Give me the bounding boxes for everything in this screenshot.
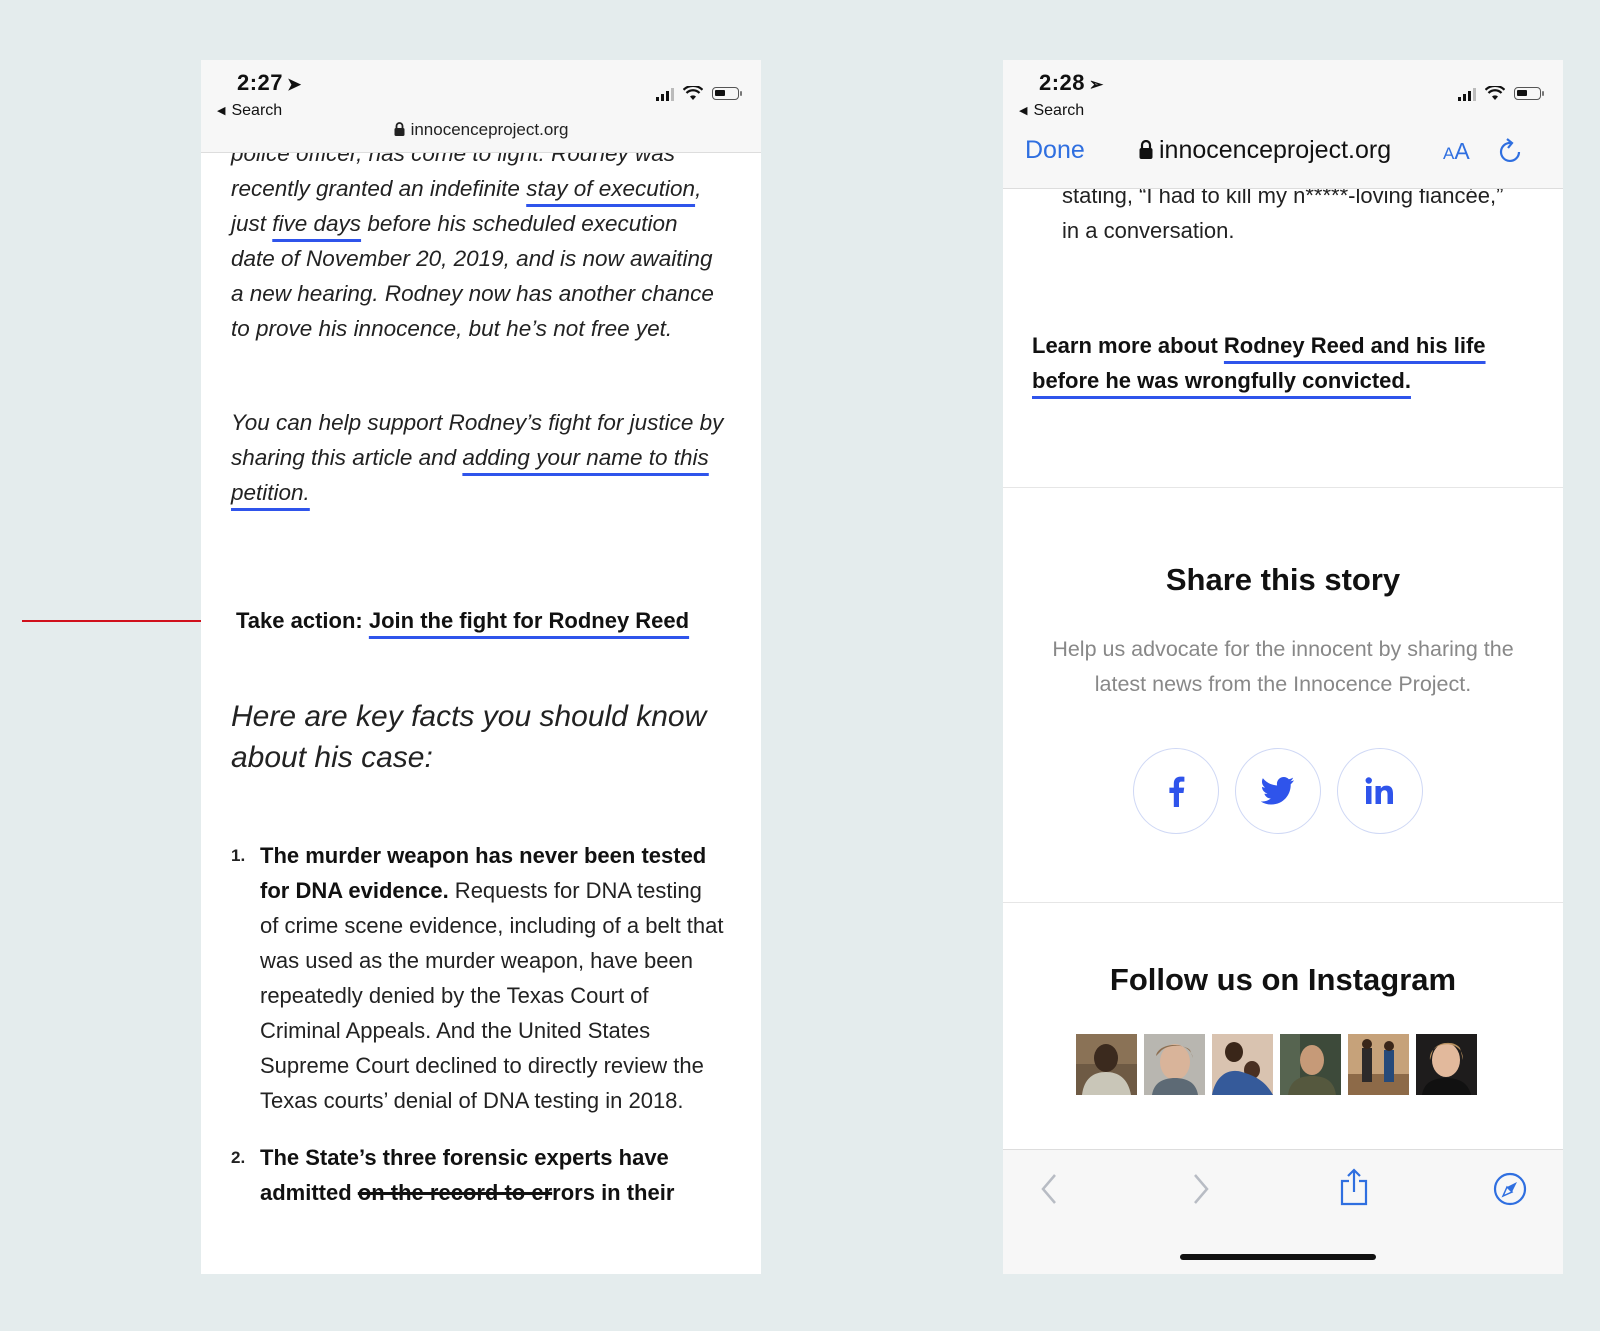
share-subtitle: Help us advocate for the innocent by sha…: [1052, 637, 1514, 696]
facebook-icon: [1169, 776, 1185, 807]
facebook-share-button[interactable]: [1133, 748, 1219, 834]
list-item: 1. The murder weapon has never been test…: [231, 838, 725, 1118]
url-bar[interactable]: innocenceproject.org: [1139, 136, 1391, 165]
back-chevron-icon[interactable]: [1039, 1172, 1059, 1206]
done-button[interactable]: Done: [1025, 136, 1085, 165]
wifi-icon: [1485, 86, 1505, 100]
compass-icon[interactable]: [1493, 1172, 1527, 1206]
section-divider: [1003, 487, 1563, 488]
cellular-signal-icon: [1458, 87, 1476, 101]
wifi-icon: [683, 86, 703, 100]
instagram-title: Follow us on Instagram: [1109, 962, 1457, 997]
location-arrow-icon: ➤: [287, 75, 302, 94]
list-item-bold: The State’s three forensic experts have …: [260, 1145, 675, 1205]
key-facts-list: 1. The murder weapon has never been test…: [231, 838, 725, 1210]
url-bar[interactable]: innocenceproject.org: [201, 120, 761, 140]
safari-top-bar: 2:28 ➢ ◀ Search Done innocenceproject.org …: [1003, 60, 1563, 189]
cellular-signal-icon: [656, 87, 674, 101]
instagram-photo-5[interactable]: [1348, 1034, 1409, 1095]
share-title: Share this story: [1165, 562, 1401, 597]
list-number: 1.: [231, 846, 246, 865]
instagram-photo-1[interactable]: [1076, 1034, 1137, 1095]
twitter-share-button[interactable]: [1235, 748, 1321, 834]
safari-top-bar: 2:27 ➤ ◀ Search innocenceproject.org: [201, 60, 761, 153]
safari-bottom-toolbar: [1003, 1149, 1563, 1274]
section-divider: [1003, 902, 1563, 903]
key-facts-heading: Here are key facts you should know about…: [231, 700, 707, 774]
status-time: 2:28 ➢: [1039, 70, 1104, 95]
instagram-photo-6[interactable]: [1416, 1034, 1477, 1095]
battery-icon: [712, 87, 742, 100]
five-days-link[interactable]: five days: [272, 211, 361, 236]
petition-paragraph: You can help support Rodney’s fight for …: [231, 410, 724, 505]
linkedin-share-button[interactable]: [1337, 748, 1423, 834]
twitter-icon: [1261, 777, 1294, 805]
status-time: 2:27 ➤: [237, 70, 302, 95]
instagram-photo-4[interactable]: [1280, 1034, 1341, 1095]
system-status-icons: [656, 86, 742, 101]
instagram-photo-2[interactable]: [1144, 1034, 1205, 1095]
lock-icon: [394, 122, 405, 136]
system-status-icons: [1458, 86, 1544, 101]
home-indicator[interactable]: [1180, 1254, 1376, 1260]
phone-screen-left: 2:27 ➤ ◀ Search innocenceproject.org polic…: [201, 60, 761, 1274]
instagram-photo-3[interactable]: [1212, 1034, 1273, 1095]
list-number: 2.: [231, 1148, 246, 1167]
stay-of-execution-link[interactable]: stay of execution: [526, 176, 695, 201]
article-paragraph: recently granted an indefinite stay of e…: [231, 176, 714, 341]
location-arrow-icon: ➢: [1089, 75, 1104, 94]
list-item: 2. The State’s three forensic experts ha…: [231, 1140, 725, 1210]
learn-more-line: Learn more about Rodney Reed and his lif…: [1032, 333, 1486, 393]
reload-icon[interactable]: [1497, 138, 1525, 166]
forward-chevron-icon[interactable]: [1191, 1172, 1211, 1206]
list-item-text: Requests for DNA testing of crime scene …: [260, 878, 724, 1113]
phone-screen-right: 2:28 ➢ ◀ Search Done innocenceproject.org …: [1003, 60, 1563, 1274]
take-action-line: Take action: Join the fight for Rodney R…: [236, 608, 690, 633]
back-to-search-button[interactable]: ◀ Search: [217, 102, 282, 120]
lock-icon: [1139, 140, 1153, 159]
join-the-fight-link[interactable]: Join the fight for Rodney Reed: [369, 608, 689, 633]
back-to-search-button[interactable]: ◀ Search: [1019, 102, 1084, 120]
battery-icon: [1514, 87, 1544, 100]
annotation-arrow: [22, 614, 220, 628]
back-triangle-icon: ◀: [1019, 105, 1028, 117]
article-body: police officer, has come to light. Rodne…: [231, 140, 725, 510]
back-triangle-icon: ◀: [217, 105, 226, 117]
linkedin-icon: [1365, 777, 1393, 804]
share-icon[interactable]: [1339, 1168, 1369, 1206]
reader-text-size-button[interactable]: AA: [1443, 138, 1470, 165]
